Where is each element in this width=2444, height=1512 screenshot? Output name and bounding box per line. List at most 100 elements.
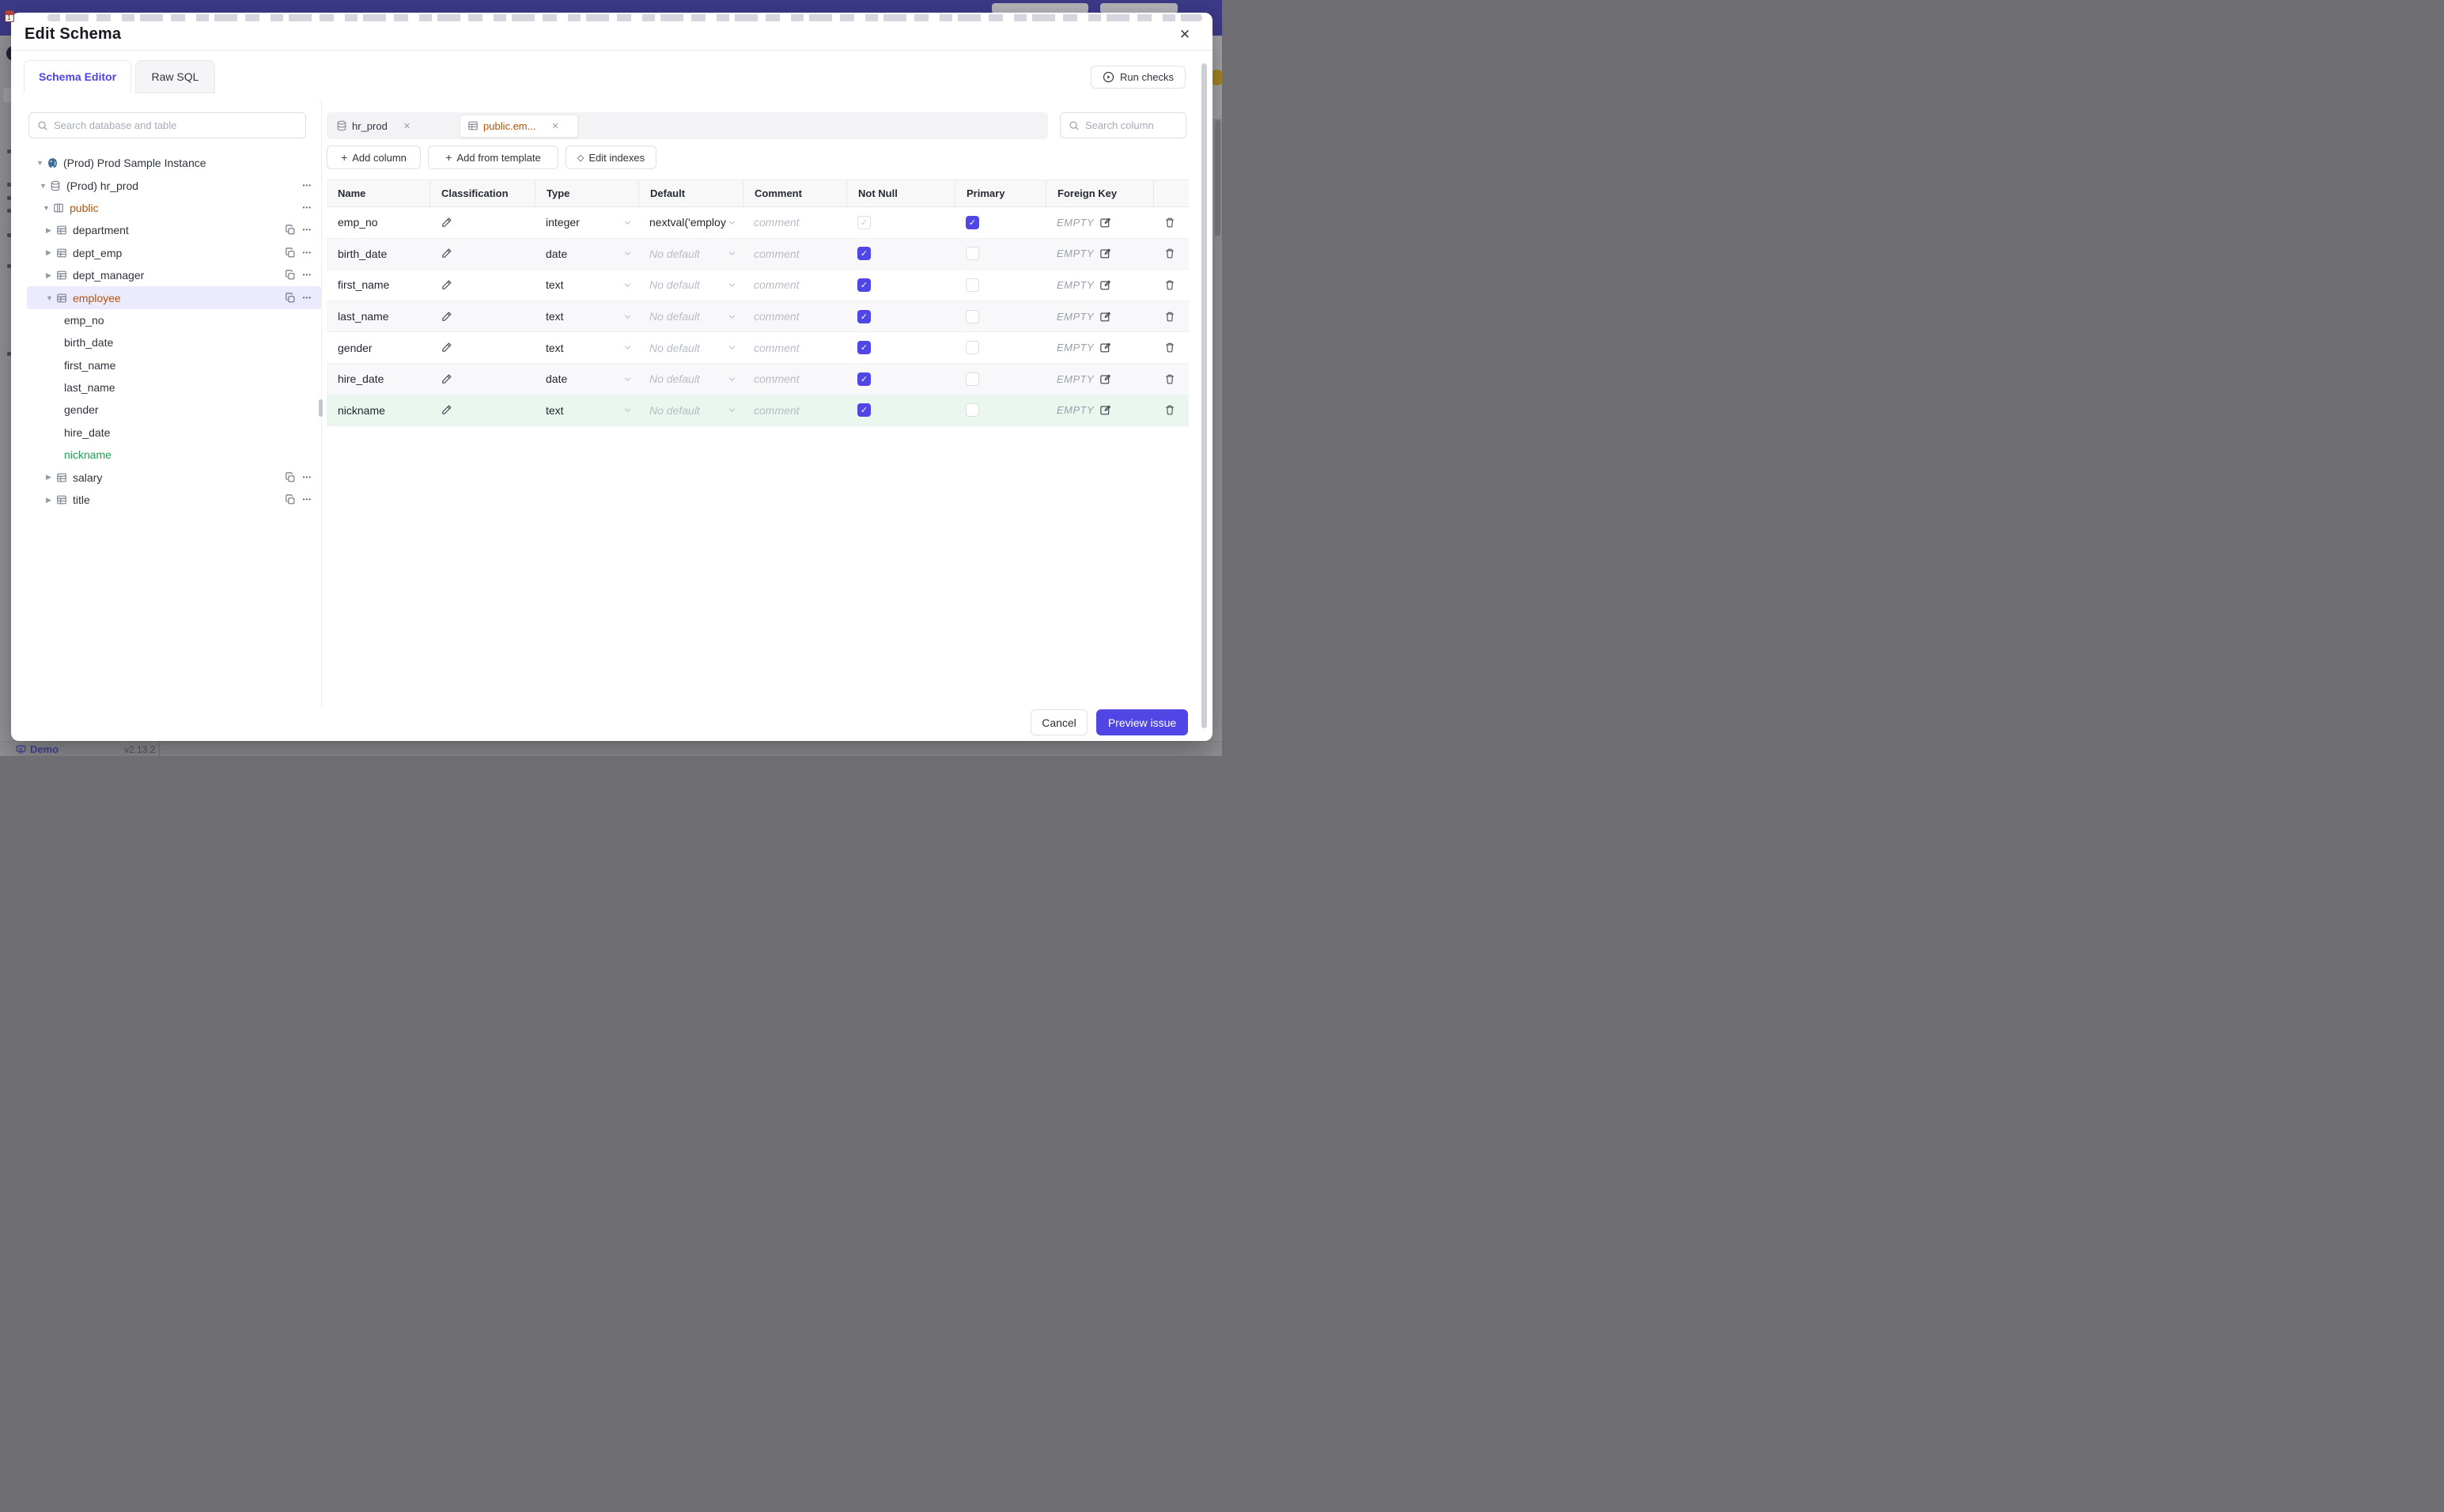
copy-icon[interactable]: [285, 494, 296, 505]
edit-square-icon[interactable]: [1099, 342, 1111, 353]
caret-down-icon[interactable]: ▼: [36, 159, 47, 167]
not-null-checkbox[interactable]: ✓: [857, 403, 871, 418]
not-null-checkbox[interactable]: ✓: [857, 278, 871, 292]
not-null-checkbox[interactable]: ✓: [857, 341, 871, 355]
caret-right-icon[interactable]: ▶: [46, 496, 56, 505]
caret-down-icon[interactable]: ▼: [46, 294, 56, 302]
tree-item-public[interactable]: ▼ public •••: [27, 197, 321, 219]
tree-item--prod-hr_prod[interactable]: ▼ (Prod) hr_prod •••: [27, 174, 321, 196]
add-column-button[interactable]: + Add column: [327, 146, 421, 169]
pencil-icon[interactable]: [441, 342, 452, 353]
not-null-checkbox[interactable]: ✓: [857, 215, 871, 229]
tree-item-department[interactable]: ▶ department •••: [27, 219, 321, 241]
tree-item-title[interactable]: ▶ title •••: [27, 489, 321, 511]
caret-right-icon[interactable]: ▶: [46, 226, 56, 235]
search-column-input[interactable]: Search column: [1060, 112, 1186, 138]
column-name-field[interactable]: gender: [327, 332, 429, 363]
trash-icon[interactable]: [1164, 279, 1175, 291]
trash-icon[interactable]: [1164, 248, 1175, 259]
pencil-icon[interactable]: [441, 248, 452, 259]
type-select[interactable]: text: [535, 395, 638, 426]
edit-square-icon[interactable]: [1099, 248, 1111, 259]
primary-checkbox[interactable]: [966, 341, 979, 355]
primary-checkbox[interactable]: ✓: [966, 215, 979, 229]
trash-icon[interactable]: [1164, 342, 1175, 353]
trash-icon[interactable]: [1164, 311, 1175, 323]
not-null-checkbox[interactable]: ✓: [857, 247, 871, 261]
close-icon[interactable]: ✕: [551, 121, 558, 131]
add-from-template-button[interactable]: + Add from template: [428, 146, 558, 169]
column-name-field[interactable]: last_name: [327, 301, 429, 332]
demo-link[interactable]: Demo: [16, 743, 59, 755]
pencil-icon[interactable]: [441, 279, 452, 291]
default-select[interactable]: No default: [638, 364, 743, 395]
default-select[interactable]: nextval('employ: [638, 207, 743, 238]
copy-icon[interactable]: [285, 248, 296, 259]
more-actions-icon[interactable]: •••: [303, 204, 312, 212]
editor-tab-hr-prod[interactable]: hr_prod ✕: [329, 115, 454, 138]
edit-square-icon[interactable]: [1099, 404, 1111, 416]
tree-item-nickname[interactable]: nickname: [27, 444, 321, 466]
copy-icon[interactable]: [285, 471, 296, 483]
close-icon[interactable]: ✕: [1174, 24, 1196, 46]
tab-schema-editor[interactable]: Schema Editor: [24, 60, 131, 93]
comment-field[interactable]: comment: [743, 239, 846, 270]
copy-icon[interactable]: [285, 292, 296, 304]
preview-issue-button[interactable]: Preview issue: [1096, 709, 1188, 735]
column-name-field[interactable]: birth_date: [327, 239, 429, 270]
edit-square-icon[interactable]: [1099, 279, 1111, 291]
more-actions-icon[interactable]: •••: [303, 294, 312, 302]
column-name-field[interactable]: emp_no: [327, 207, 429, 238]
close-icon[interactable]: ✕: [403, 121, 410, 131]
default-select[interactable]: No default: [638, 332, 743, 363]
type-select[interactable]: text: [535, 301, 638, 332]
edit-square-icon[interactable]: [1099, 217, 1111, 229]
type-select[interactable]: date: [535, 239, 638, 270]
pencil-icon[interactable]: [441, 311, 452, 323]
more-actions-icon[interactable]: •••: [303, 474, 312, 482]
more-actions-icon[interactable]: •••: [303, 249, 312, 257]
tree-item-last_name[interactable]: last_name: [27, 376, 321, 399]
trash-icon[interactable]: [1164, 217, 1175, 229]
default-select[interactable]: No default: [638, 395, 743, 426]
default-select[interactable]: No default: [638, 270, 743, 301]
column-name-field[interactable]: nickname: [327, 395, 429, 426]
caret-down-icon[interactable]: ▼: [43, 204, 53, 212]
edit-square-icon[interactable]: [1099, 373, 1111, 385]
modal-scrollbar[interactable]: [1201, 63, 1207, 728]
tree-item-emp_no[interactable]: emp_no: [27, 309, 321, 331]
more-actions-icon[interactable]: •••: [303, 182, 312, 190]
cancel-button[interactable]: Cancel: [1031, 709, 1088, 735]
caret-right-icon[interactable]: ▶: [46, 473, 56, 482]
default-select[interactable]: No default: [638, 301, 743, 332]
primary-checkbox[interactable]: [966, 278, 979, 292]
comment-field[interactable]: comment: [743, 301, 846, 332]
trash-icon[interactable]: [1164, 373, 1175, 385]
pencil-icon[interactable]: [441, 404, 452, 416]
tree-item--prod-prod-sample-instance[interactable]: ▼ (Prod) Prod Sample Instance: [27, 152, 321, 174]
copy-icon[interactable]: [285, 225, 296, 236]
primary-checkbox[interactable]: [966, 247, 979, 261]
tree-item-dept_manager[interactable]: ▶ dept_manager •••: [27, 264, 321, 286]
primary-checkbox[interactable]: [966, 372, 979, 386]
tree-item-hire_date[interactable]: hire_date: [27, 421, 321, 444]
comment-field[interactable]: comment: [743, 270, 846, 301]
pencil-icon[interactable]: [441, 373, 452, 385]
trash-icon[interactable]: [1164, 404, 1175, 416]
tree-item-gender[interactable]: gender: [27, 399, 321, 421]
default-select[interactable]: No default: [638, 239, 743, 270]
caret-right-icon[interactable]: ▶: [46, 271, 56, 280]
primary-checkbox[interactable]: [966, 309, 979, 323]
column-name-field[interactable]: first_name: [327, 270, 429, 301]
primary-checkbox[interactable]: [966, 403, 979, 418]
caret-down-icon[interactable]: ▼: [40, 182, 50, 190]
tree-item-first_name[interactable]: first_name: [27, 354, 321, 376]
tree-item-salary[interactable]: ▶ salary •••: [27, 466, 321, 488]
more-actions-icon[interactable]: •••: [303, 226, 312, 234]
type-select[interactable]: date: [535, 364, 638, 395]
type-select[interactable]: integer: [535, 207, 638, 238]
tab-raw-sql[interactable]: Raw SQL: [135, 60, 215, 93]
tree-item-dept_emp[interactable]: ▶ dept_emp •••: [27, 242, 321, 264]
more-actions-icon[interactable]: •••: [303, 271, 312, 279]
type-select[interactable]: text: [535, 270, 638, 301]
